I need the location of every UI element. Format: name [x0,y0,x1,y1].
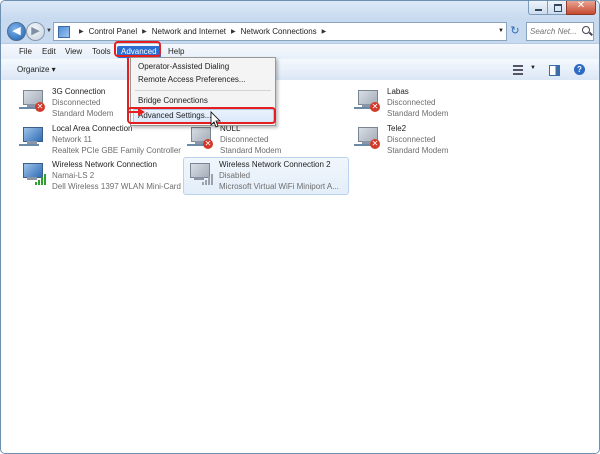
back-button[interactable]: ◀ [7,22,26,41]
chevron-right-icon[interactable]: ▶ [322,28,327,35]
connection-item[interactable]: ✕ Labas Disconnected Standard Modem [352,85,512,121]
modem-connection-icon: ✕ [187,125,217,152]
connection-device: Standard Modem [52,109,114,118]
connections-list: ✕ 3G Connection Disconnected Standard Mo… [1,80,599,453]
refresh-icon: ↻ [510,25,520,37]
modem-connection-icon: ✕ [354,88,384,115]
menu-bar: File Edit View Tools Advanced Help [1,43,599,60]
connection-status: Disconnected [387,98,436,107]
modem-connection-icon: ✕ [19,88,49,115]
help-icon[interactable]: ? [574,64,585,75]
menu-item-remote-access-preferences[interactable]: Remote Access Preferences... [138,74,246,86]
menu-item-bridge-connections[interactable]: Bridge Connections [138,95,208,107]
title-bar[interactable]: ✕ [1,1,599,19]
breadcrumb-network-connections[interactable]: Network Connections [241,27,317,36]
search-box[interactable] [526,22,594,41]
connection-status: Namai-LS 2 [52,171,95,180]
wireless-connection-icon [19,161,49,188]
menu-separator [135,90,271,91]
back-arrow-icon: ◀ [12,25,21,37]
command-bar: Organize ▾ ▼ ? [1,59,599,81]
forward-button[interactable]: ▶ [26,22,45,41]
address-dropdown-icon[interactable]: ▼ [498,28,504,34]
chevron-right-icon[interactable]: ▶ [231,28,236,35]
modem-connection-icon: ✕ [354,125,384,152]
connection-device: Microsoft Virtual WiFi Miniport A... [219,182,339,191]
connection-device: Standard Modem [387,109,449,118]
breadcrumb-control-panel[interactable]: Control Panel [89,27,137,36]
connection-name: Labas [387,87,409,96]
control-panel-icon [58,25,70,38]
search-input[interactable] [530,25,580,37]
chevron-right-icon[interactable]: ▶ [79,28,84,35]
connection-device: Realtek PCIe GBE Family Controller [52,146,181,155]
menu-tools[interactable]: Tools [90,46,113,58]
explorer-window: ✕ ◀ ▶ ▼ ▶ Control Panel ▶ Network and In… [0,0,600,454]
connection-name: Tele2 [387,124,407,133]
maximize-button[interactable] [547,1,568,15]
connection-name: Wireless Network Connection [52,160,157,169]
address-bar[interactable]: ▶ Control Panel ▶ Network and Internet ▶… [53,22,507,41]
connection-status: Disconnected [387,135,436,144]
close-icon: ✕ [576,0,586,11]
connection-status: Disconnected [220,135,269,144]
connection-status: Disabled [219,171,251,180]
minimize-button[interactable] [528,1,549,15]
connection-device: Standard Modem [220,146,282,155]
forward-arrow-icon: ▶ [31,25,40,37]
annotation-highlight-advanced-settings [127,107,276,124]
connection-status: Disconnected [52,98,101,107]
preview-pane-icon[interactable] [549,65,560,76]
search-icon[interactable] [582,26,590,34]
menu-edit[interactable]: Edit [40,46,58,58]
connection-item[interactable]: ✕ Tele2 Disconnected Standard Modem [352,122,512,158]
chevron-right-icon[interactable]: ▶ [142,28,147,35]
wireless-connection-icon [186,161,216,188]
refresh-button[interactable]: ↻ [507,23,523,39]
menu-view[interactable]: View [63,46,84,58]
view-options-dropdown-icon[interactable]: ▼ [530,65,536,71]
connection-item-selected[interactable]: Wireless Network Connection 2 Disabled M… [183,157,349,195]
connection-item[interactable]: ✕ NULL Disconnected Standard Modem [185,122,345,158]
close-button[interactable]: ✕ [566,1,596,15]
ethernet-connection-icon [19,125,49,152]
connection-device: Dell Wireless 1397 WLAN Mini-Card [52,182,181,191]
connection-item[interactable]: Wireless Network Connection Namai-LS 2 D… [17,158,182,194]
connection-item[interactable]: Local Area Connection Network 11 Realtek… [17,122,182,158]
connection-name: Wireless Network Connection 2 [219,160,331,169]
menu-file[interactable]: File [17,46,34,58]
navigation-bar: ◀ ▶ ▼ ▶ Control Panel ▶ Network and Inte… [1,19,599,43]
connection-device: Standard Modem [387,146,449,155]
recent-pages-dropdown-icon[interactable]: ▼ [46,28,52,34]
menu-item-operator-assisted-dialing[interactable]: Operator-Assisted Dialing [138,61,229,73]
breadcrumb-network-and-internet[interactable]: Network and Internet [152,27,226,36]
breadcrumb: ▶ Control Panel ▶ Network and Internet ▶… [58,23,331,40]
organize-button[interactable]: Organize ▾ [13,63,60,76]
annotation-highlight-advanced [114,41,161,57]
connection-name: 3G Connection [52,87,106,96]
connection-status: Network 11 [52,135,92,144]
change-view-icon[interactable] [513,65,523,75]
